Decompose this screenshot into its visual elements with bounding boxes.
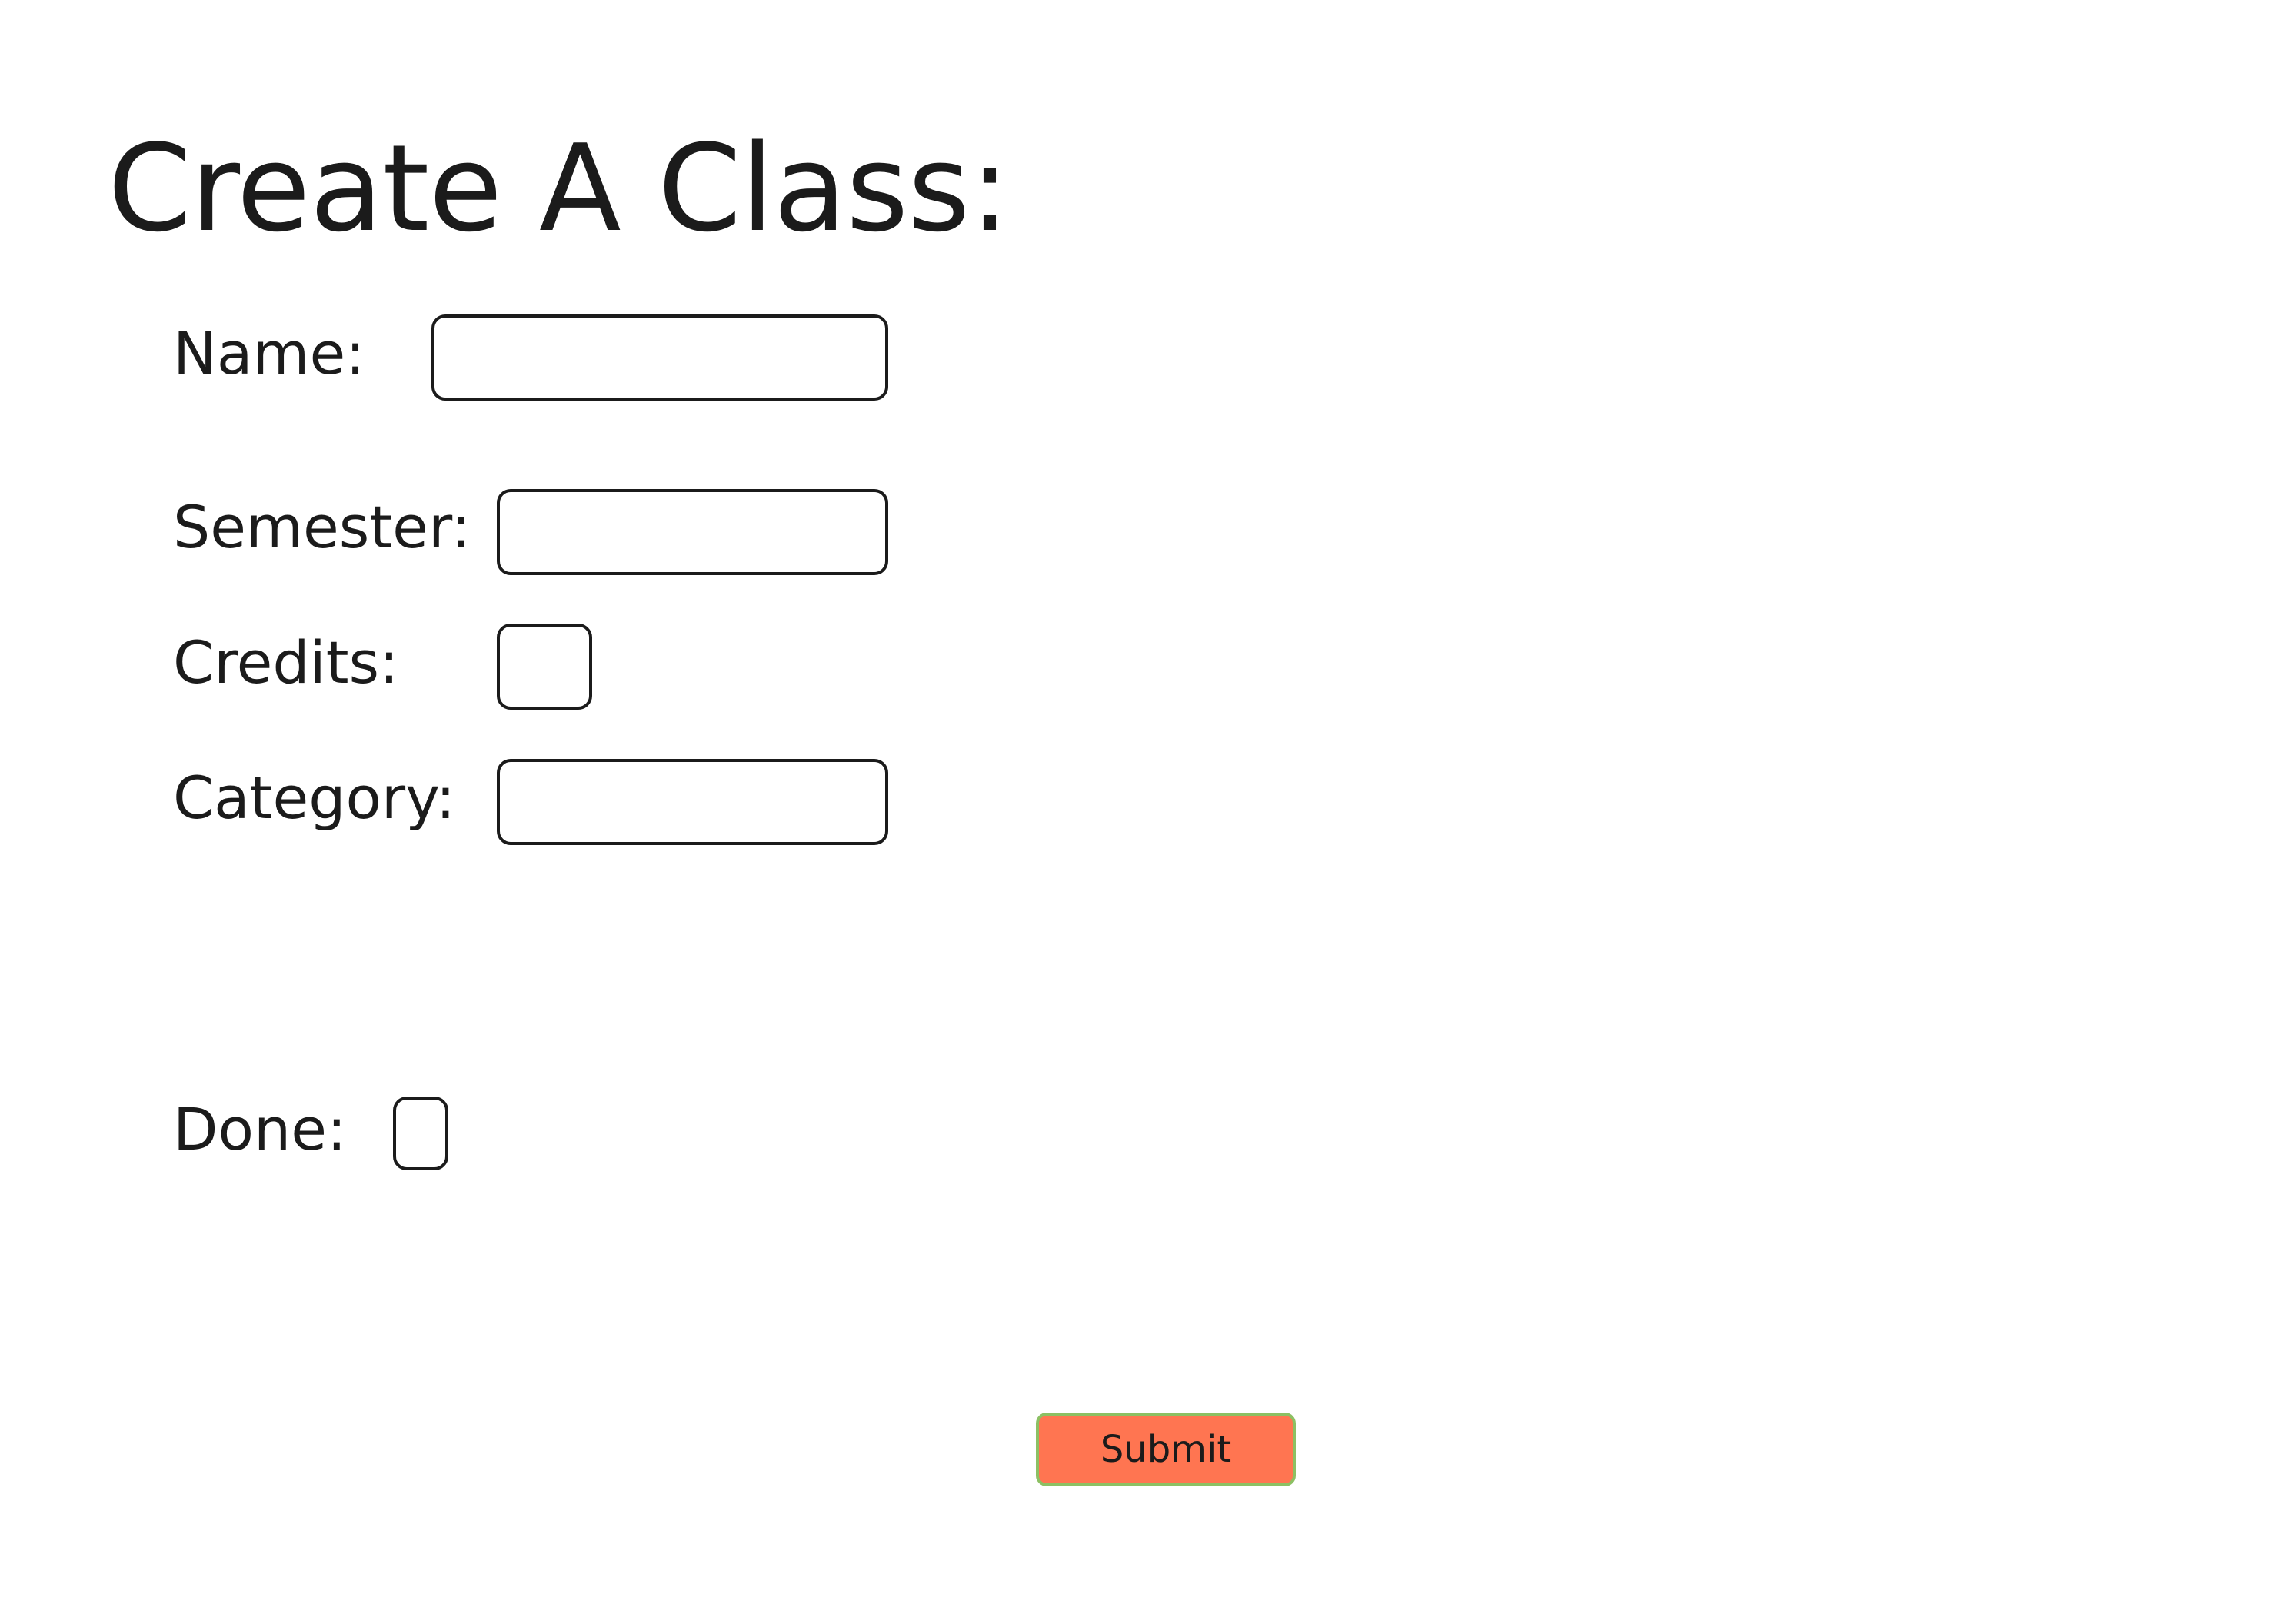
semester-label: Semester: — [173, 493, 471, 561]
category-input[interactable] — [497, 759, 888, 845]
semester-input[interactable] — [497, 489, 888, 575]
done-label: Done: — [173, 1095, 347, 1163]
page-title: Create A Class: — [108, 118, 1010, 258]
category-label: Category: — [173, 764, 456, 832]
done-input[interactable] — [393, 1097, 448, 1170]
credits-input[interactable] — [497, 624, 592, 710]
credits-label: Credits: — [173, 628, 399, 697]
submit-button[interactable]: Submit — [1036, 1413, 1296, 1486]
name-label: Name: — [173, 319, 365, 388]
name-input[interactable] — [431, 314, 888, 401]
